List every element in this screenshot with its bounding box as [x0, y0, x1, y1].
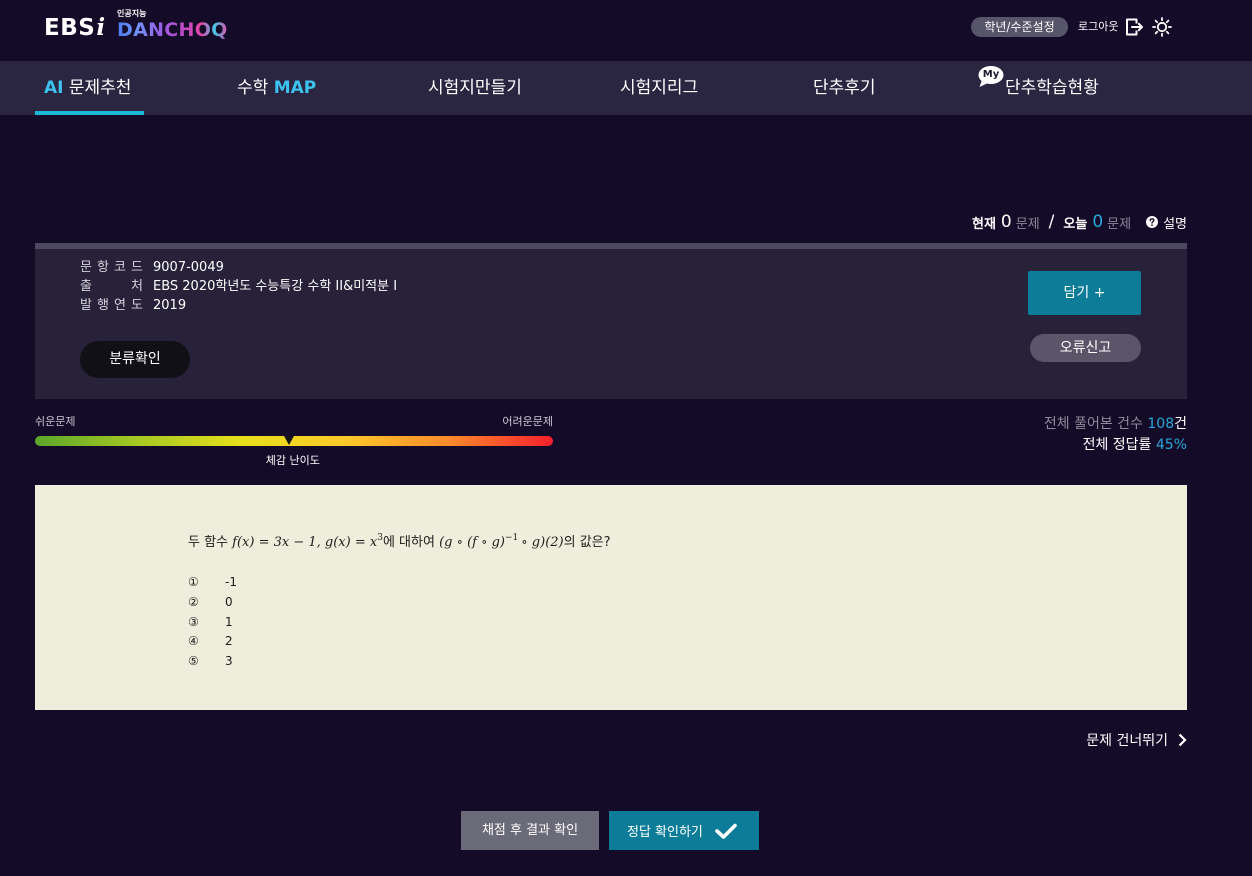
answer-option[interactable]: ⑤3: [188, 652, 237, 672]
item-code-row: 문 항 코 드 9007-0049: [80, 258, 397, 277]
answer-options: ① -1 ②0 ③1 ④2 ⑤3: [188, 573, 237, 672]
site-header: EBSi 인공지능 DANCHOQ 학년/수준설정 로그아웃: [0, 0, 1252, 61]
my-badge-text: My: [982, 69, 1000, 80]
logo-tagline: 인공지능: [117, 9, 147, 18]
progress-separator: /: [1048, 212, 1055, 232]
problem-progress: 현재 0 문제 / 오늘 0 문제 설명: [972, 211, 1187, 233]
danchoq-logo[interactable]: DANCHOQ: [117, 19, 228, 41]
answer-option[interactable]: ②0: [188, 593, 237, 613]
question-box: 두 함수 f(x) = 3x − 1, g(x) = x3에 대하여 (g ∘ …: [35, 485, 1187, 710]
difficulty-caption: 체감 난이도: [265, 454, 320, 467]
tab-ai-label: 문제추천: [68, 78, 132, 98]
difficulty-marker: [283, 436, 294, 445]
current-label: 현재: [972, 216, 996, 232]
answer-option[interactable]: ④2: [188, 632, 237, 652]
tab-math-label: 수학: [237, 78, 269, 98]
today-unit: 문제: [1107, 216, 1132, 232]
check-answer-button[interactable]: 정답 확인하기: [609, 811, 759, 850]
item-info-panel: 문 항 코 드 9007-0049 출 처 EBS 2020학년도 수능특강 수…: [35, 243, 1187, 399]
solved-count: 108: [1147, 416, 1175, 432]
tab-math-map[interactable]: 수학 MAP: [237, 61, 316, 115]
option-value: 3: [225, 654, 233, 668]
inverse-exponent: −1: [505, 533, 519, 543]
option-value: 0: [225, 594, 233, 609]
tab-map-highlight: MAP: [273, 78, 317, 98]
logout-icon[interactable]: [1124, 17, 1144, 37]
accuracy-line: 전체 정답률 45%: [1044, 435, 1187, 456]
add-to-cart-button[interactable]: 담기 +: [1028, 271, 1141, 315]
item-code-value: 9007-0049: [153, 260, 224, 275]
chevron-right-icon: [1178, 733, 1187, 747]
tab-learning-status[interactable]: 단추학습현황: [1005, 61, 1099, 115]
solved-unit: 건: [1174, 416, 1187, 432]
classify-button[interactable]: 분류확인: [80, 341, 190, 378]
option-value: 1: [225, 614, 233, 629]
composition-close: ∘ g)(2): [521, 535, 564, 550]
solved-count-line: 전체 풀어본 건수 108건: [1044, 414, 1187, 435]
grade-level-settings-button[interactable]: 학년/수준설정: [971, 17, 1068, 37]
function-f-definition: f(x) = 3x − 1,: [232, 535, 321, 550]
solved-label: 전체 풀어본 건수: [1043, 416, 1143, 432]
skip-question-link[interactable]: 문제 건너뛰기: [1086, 730, 1187, 750]
accuracy-label: 전체 정답률: [1082, 437, 1152, 453]
today-count: 0: [1092, 212, 1104, 232]
current-unit: 문제: [1015, 216, 1040, 232]
option-marker: ①: [188, 575, 199, 589]
help-circle-icon[interactable]: [1146, 216, 1159, 228]
tab-exam-league[interactable]: 시험지리그: [620, 61, 698, 115]
answer-option[interactable]: ③1: [188, 613, 237, 633]
option-marker: ②: [188, 594, 199, 609]
question-stem: 두 함수 f(x) = 3x − 1, g(x) = x3에 대하여 (g ∘ …: [188, 533, 611, 554]
checkmark-icon: [715, 823, 737, 839]
composition-open: (g ∘ (f ∘ g): [439, 535, 506, 550]
option-marker: ④: [188, 634, 199, 649]
item-code-label: 문 항 코 드: [80, 260, 143, 275]
answer-option[interactable]: ① -1: [188, 573, 237, 593]
item-meta: 문 항 코 드 9007-0049 출 처 EBS 2020학년도 수능특강 수…: [80, 258, 397, 315]
check-answer-label: 정답 확인하기: [627, 825, 703, 840]
report-error-button[interactable]: 오류신고: [1030, 334, 1141, 362]
hard-label: 어려운문제: [502, 415, 553, 428]
item-stats: 전체 풀어본 건수 108건 전체 정답률 45%: [1044, 414, 1187, 456]
tab-ai-recommend[interactable]: AI 문제추천: [44, 61, 131, 115]
main-nav: AI 문제추천 수학 MAP 시험지만들기 시험지리그 단추후기 My 단추학습…: [0, 61, 1252, 115]
tab-ai-highlight: AI: [44, 78, 64, 98]
difficulty-gradient-bar: 체감 난이도: [35, 436, 553, 467]
grade-and-check-button[interactable]: 채점 후 결과 확인: [461, 811, 599, 850]
active-tab-indicator: [35, 111, 144, 115]
skip-label: 문제 건너뛰기: [1086, 733, 1168, 749]
ebsi-logo[interactable]: EBSi: [44, 14, 106, 42]
item-year-row: 발 행 연 도 2019: [80, 296, 397, 315]
help-link[interactable]: 설명: [1163, 213, 1187, 232]
option-marker: ⑤: [188, 654, 199, 668]
function-g-definition: g(x) = x: [324, 535, 378, 550]
option-value: 2: [225, 634, 233, 649]
tab-exam-maker[interactable]: 시험지만들기: [428, 61, 522, 115]
question-tail: 의 값은?: [563, 535, 611, 550]
question-connector: 에 대하여: [382, 535, 435, 550]
item-year-value: 2019: [153, 298, 187, 313]
current-count: 0: [1000, 212, 1012, 232]
ebsi-logo-i: i: [96, 14, 106, 41]
my-badge-icon: My: [978, 66, 1004, 88]
logout-link[interactable]: 로그아웃: [1078, 17, 1118, 37]
option-marker: ③: [188, 614, 199, 629]
item-source-value: EBS 2020학년도 수능특강 수학 II&미적분 I: [153, 279, 398, 294]
option-value: -1: [225, 575, 237, 589]
accuracy-value: 45%: [1155, 437, 1187, 453]
sun-icon[interactable]: [1152, 17, 1172, 37]
today-label: 오늘: [1063, 216, 1088, 232]
item-source-label: 출 처: [80, 279, 143, 294]
g-exponent: 3: [377, 533, 383, 543]
item-year-label: 발 행 연 도: [80, 298, 143, 313]
question-lead: 두 함수: [188, 535, 229, 550]
tab-reviews[interactable]: 단추후기: [813, 61, 876, 115]
ebsi-logo-text: EBS: [44, 15, 96, 41]
item-source-row: 출 처 EBS 2020학년도 수능특강 수학 II&미적분 I: [80, 277, 397, 296]
